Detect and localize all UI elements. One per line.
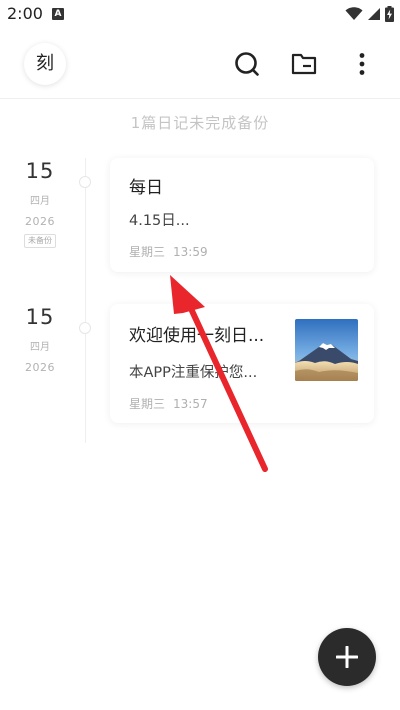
folder-icon bbox=[291, 53, 317, 75]
search-button[interactable] bbox=[233, 50, 261, 78]
search-icon bbox=[235, 52, 259, 76]
entry-year: 2026 bbox=[25, 361, 55, 374]
entry-title: 欢迎使用一刻日... bbox=[129, 326, 265, 346]
entry-weekday: 星期三 bbox=[129, 397, 166, 411]
entry-year: 2026 bbox=[25, 215, 55, 228]
entry-month: 四月 bbox=[30, 196, 50, 207]
entry-title: 每日 bbox=[129, 178, 163, 198]
not-backed-up-badge: 未备份 bbox=[24, 234, 56, 248]
more-options-button[interactable] bbox=[348, 50, 376, 78]
plus-icon bbox=[336, 646, 358, 668]
entry-meta: 星期三 13:57 bbox=[129, 395, 208, 412]
signal-icon bbox=[368, 8, 380, 20]
entry-month: 四月 bbox=[30, 342, 50, 353]
entry-time: 13:59 bbox=[173, 245, 208, 259]
entry-meta: 星期三 13:59 bbox=[129, 243, 208, 260]
status-time: 2:00 bbox=[7, 4, 43, 23]
timeline-dot bbox=[79, 176, 91, 188]
entry-date: 15 四月 2026 未备份 bbox=[10, 159, 70, 248]
entry-preview: 本APP注重保护您... bbox=[129, 365, 258, 381]
entry-date: 15 四月 2026 bbox=[10, 305, 70, 374]
add-entry-button[interactable] bbox=[318, 628, 376, 686]
entry-preview: 4.15日... bbox=[129, 213, 190, 229]
folder-button[interactable] bbox=[290, 50, 318, 78]
more-vert-icon bbox=[359, 53, 365, 75]
app-header: 刻 bbox=[0, 38, 400, 90]
wifi-icon bbox=[345, 7, 363, 20]
status-bar: 2:00 A bbox=[0, 0, 400, 30]
status-icons bbox=[345, 6, 394, 22]
entry-day: 15 bbox=[25, 159, 55, 183]
app-screen: 2:00 A 刻 1篇日记未完成备份 15 四月 2026 未备份 每日 4.1… bbox=[0, 0, 400, 710]
diary-entry-card[interactable]: 每日 4.15日... 星期三 13:59 bbox=[110, 158, 374, 272]
app-logo-button[interactable]: 刻 bbox=[24, 43, 66, 85]
diary-entry-card[interactable]: 欢迎使用一刻日... 本APP注重保护您... 星期三 13:57 bbox=[110, 304, 374, 423]
header-divider bbox=[0, 98, 400, 99]
entry-time: 13:57 bbox=[173, 397, 208, 411]
timeline-dot bbox=[79, 322, 91, 334]
timeline-line bbox=[85, 158, 86, 443]
entry-day: 15 bbox=[25, 305, 55, 329]
entry-weekday: 星期三 bbox=[129, 245, 166, 259]
entry-thumbnail-image bbox=[295, 319, 358, 381]
backup-notice[interactable]: 1篇日记未完成备份 bbox=[0, 112, 400, 133]
battery-charging-icon bbox=[385, 6, 394, 22]
notification-icon: A bbox=[52, 8, 64, 20]
